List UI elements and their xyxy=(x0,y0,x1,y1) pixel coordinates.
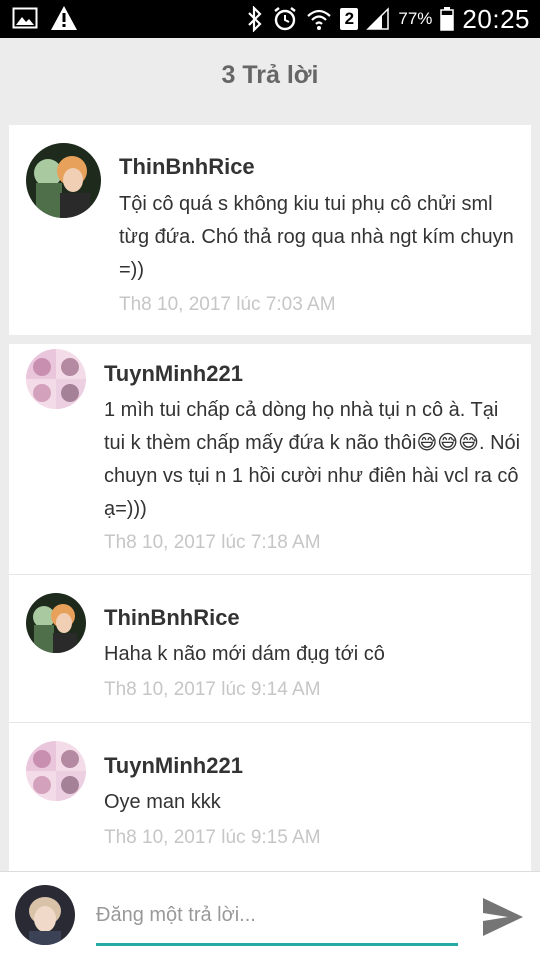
comment-text: 1 mìh tui chấp cả dòng họ nhà tụi n cô à… xyxy=(104,399,521,520)
send-icon xyxy=(480,898,526,943)
comment-text: Tội cô quá s không kiu tui phụ cô chửi s… xyxy=(119,193,514,281)
warning-icon xyxy=(50,5,78,31)
avatar[interactable] xyxy=(26,593,86,653)
comment-text: Haha k não mới dám đụg tới cô xyxy=(104,643,385,665)
comment-thread: ThinBnhRice Tội cô quá s không kiu tui p… xyxy=(9,125,531,873)
reply-item: ThinBnhRice Haha k não mới dám đụg tới c… xyxy=(9,575,531,723)
reply-item: TuynMinh221 Oye man kkk Th8 10, 2017 lúc… xyxy=(9,723,531,873)
comment-timestamp: Th8 10, 2017 lúc 9:14 AM xyxy=(104,679,321,700)
reply-compose-bar xyxy=(0,871,540,960)
page-title: 3 Trả lời xyxy=(221,60,319,89)
comment-timestamp: Th8 10, 2017 lúc 7:18 AM xyxy=(104,532,321,553)
status-bar: 2 77% 20:25 xyxy=(0,0,540,38)
wifi-icon xyxy=(306,7,332,31)
send-button[interactable] xyxy=(480,895,526,939)
comment-timestamp: Th8 10, 2017 lúc 9:15 AM xyxy=(104,827,321,848)
alarm-icon xyxy=(272,6,298,32)
reply-item: TuynMinh221 1 mìh tui chấp cả dòng họ nh… xyxy=(9,344,531,575)
header: 3 Trả lời xyxy=(0,38,540,112)
avatar[interactable] xyxy=(26,143,101,218)
reply-input[interactable] xyxy=(96,894,458,946)
avatar[interactable] xyxy=(26,349,86,409)
comment-username[interactable]: TuynMinh221 xyxy=(104,753,243,779)
sim-badge: 2 xyxy=(340,8,359,30)
bluetooth-icon xyxy=(246,6,264,32)
comment-username[interactable]: ThinBnhRice xyxy=(119,154,255,180)
comment-username[interactable]: ThinBnhRice xyxy=(104,605,240,631)
battery-percent: 77% xyxy=(398,9,433,28)
my-avatar[interactable] xyxy=(15,885,75,945)
comment-username[interactable]: TuynMinh221 xyxy=(104,361,243,387)
battery-icon xyxy=(440,7,455,31)
avatar[interactable] xyxy=(26,741,86,801)
signal-icon xyxy=(366,7,390,31)
image-icon xyxy=(12,6,38,30)
comment-timestamp: Th8 10, 2017 lúc 7:03 AM xyxy=(119,294,336,315)
parent-comment: ThinBnhRice Tội cô quá s không kiu tui p… xyxy=(9,125,531,335)
comment-text: Oye man kkk xyxy=(104,791,221,813)
clock: 20:25 xyxy=(462,3,530,34)
